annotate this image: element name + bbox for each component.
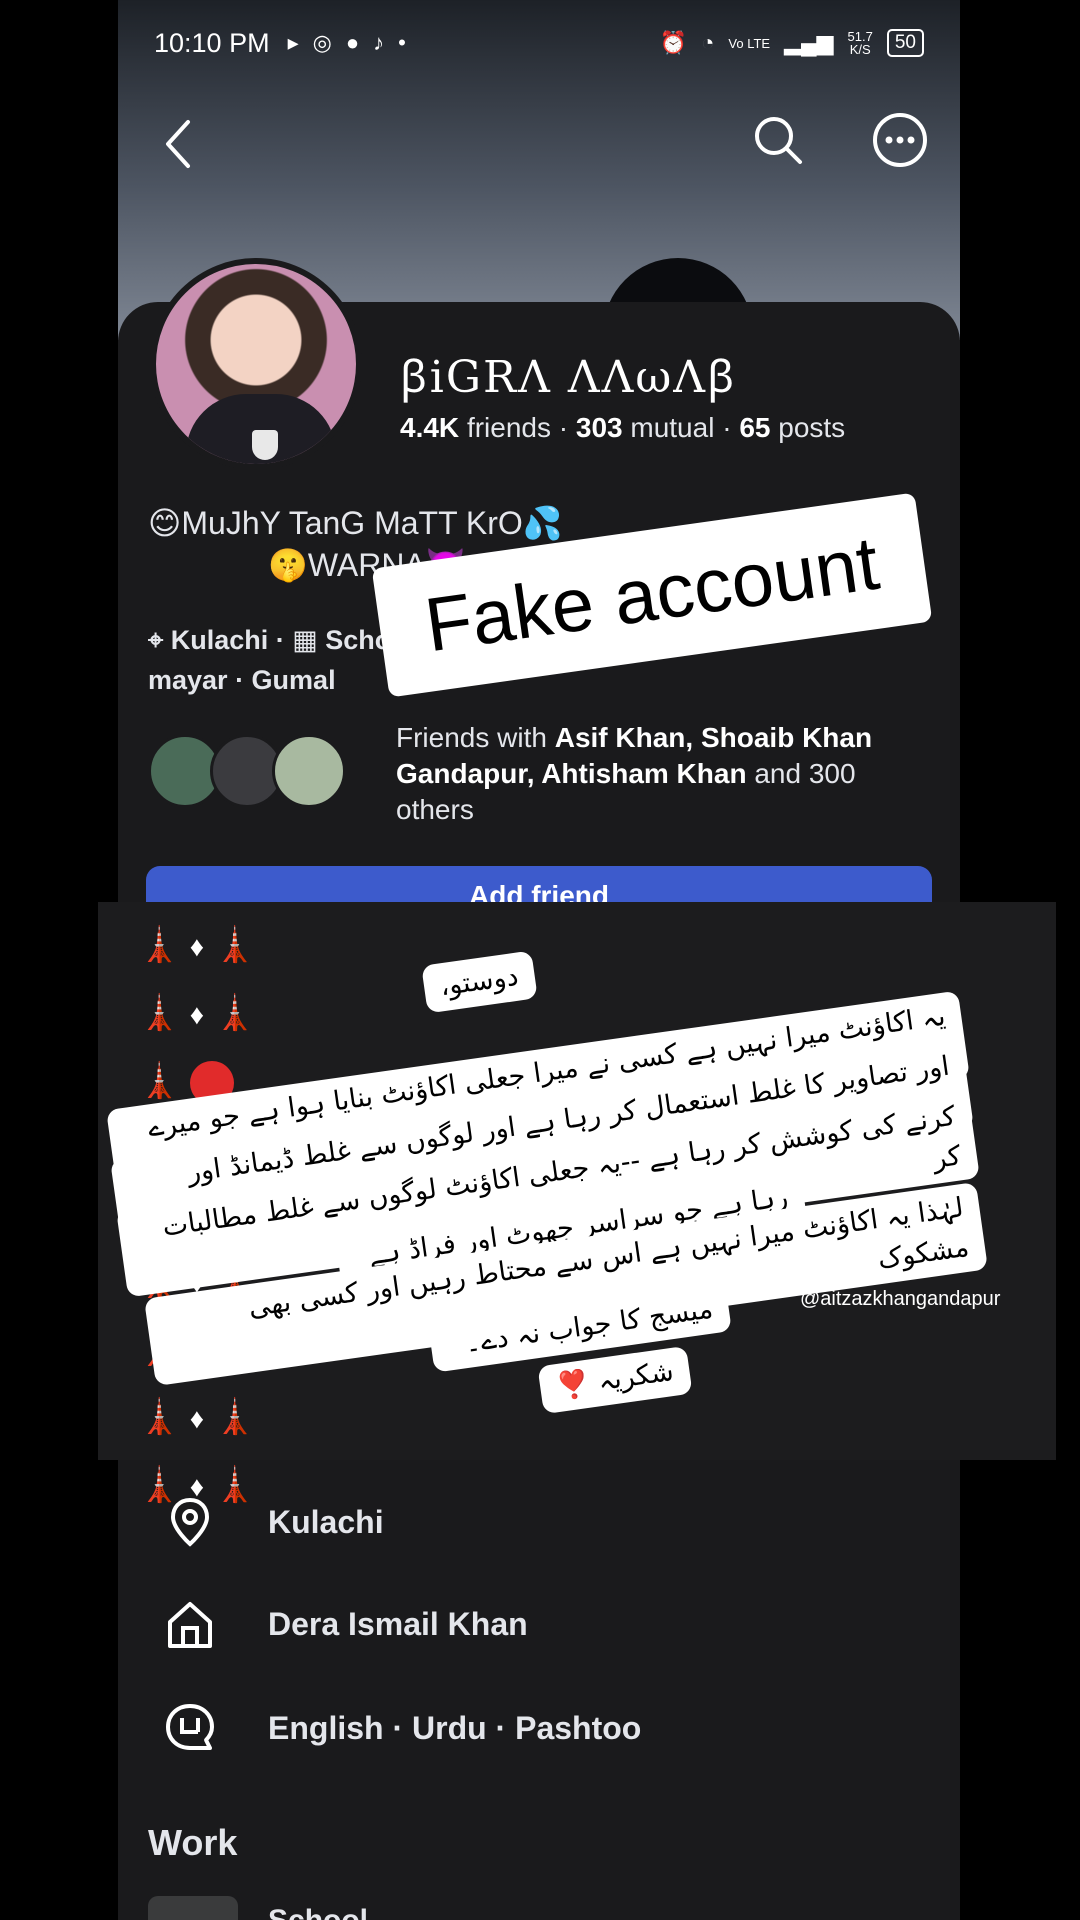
info-row-location[interactable]: Kulachi xyxy=(118,1476,960,1566)
battery-icon: 50 xyxy=(886,29,924,57)
messenger-icon: ● xyxy=(345,30,360,55)
back-button[interactable] xyxy=(154,110,204,170)
language-icon xyxy=(166,1704,214,1750)
work-item-label[interactable]: School xyxy=(268,1904,368,1920)
posts-label[interactable]: posts xyxy=(778,412,845,443)
avatar[interactable] xyxy=(150,258,362,470)
friends-label[interactable]: friends xyxy=(467,412,551,443)
signal-icon: ▂▄▆ xyxy=(784,30,834,55)
bio-line-1: 😊MuJhY TanG MaTT KrO💦 xyxy=(148,505,563,541)
location-pin-icon xyxy=(170,1497,210,1547)
search-icon xyxy=(755,117,802,164)
status-bar: 10:10 PM ▸ ◎ ● ♪ • ⏰ ◔ Vo LTE ▂▄▆ 51.7 K/… xyxy=(118,20,960,66)
instagram-icon: ◎ xyxy=(312,30,332,55)
profile-stats: 4.4K friends · 303 mutual · 65 posts xyxy=(400,412,846,443)
friends-with-text: Friends with Asif Khan, Shoaib Khan Gand… xyxy=(396,722,873,825)
profile-name: ꞵiGRɅ ɅɅωɅꞵ xyxy=(400,352,737,403)
dot-icon: • xyxy=(398,30,406,55)
detail-location[interactable]: Kulachi xyxy=(171,625,269,655)
posts-count[interactable]: 65 xyxy=(739,412,770,443)
more-options-button[interactable] xyxy=(870,110,930,170)
info-row-hometown[interactable]: Dera Ismail Khan xyxy=(118,1578,960,1668)
info-location-label: Kulachi xyxy=(268,1504,384,1540)
info-languages-label: English · Urdu · Pashtoo xyxy=(268,1710,642,1746)
alarm-icon: ⏰ xyxy=(659,30,688,55)
more-options-icon xyxy=(873,113,927,167)
work-section-title: Work xyxy=(148,1822,238,1863)
info-hometown-label: Dera Ismail Khan xyxy=(268,1606,528,1642)
app-notification-icon: ▸ xyxy=(287,30,299,55)
back-arrow-icon xyxy=(166,120,190,168)
system-icons: ⏰ ◔ Vo LTE ▂▄▆ 51.7 K/S 50 xyxy=(660,29,924,57)
mutual-label[interactable]: mutual xyxy=(630,412,714,443)
top-nav xyxy=(118,100,960,180)
location-pin-icon: ⌖ xyxy=(148,625,164,655)
building-icon: ▦ xyxy=(292,625,318,655)
friends-count[interactable]: 4.4K xyxy=(400,412,459,443)
home-icon xyxy=(168,1602,212,1648)
tiktok-watermark: @aitzazkhangandapur xyxy=(800,1288,1001,1310)
tiktok-icon: ♪ xyxy=(373,30,385,55)
detail-more[interactable]: mayar · Gumal xyxy=(148,665,336,695)
net-speed: 51.7 K/S xyxy=(847,29,873,57)
mutual-friends-row[interactable]: Friends with Asif Khan, Shoaib Khan Gand… xyxy=(148,720,938,830)
profile-guard-shield-icon xyxy=(252,430,278,460)
friend-avatar[interactable] xyxy=(272,734,346,808)
search-button[interactable] xyxy=(748,110,808,170)
notification-icons: ▸ ◎ ● ♪ • xyxy=(288,30,406,56)
network-type: Vo LTE xyxy=(728,35,771,51)
info-row-languages[interactable]: English · Urdu · Pashtoo xyxy=(118,1682,960,1772)
status-time: 10:10 PM xyxy=(154,27,270,58)
work-item-icon[interactable] xyxy=(148,1896,238,1920)
wifi-icon: ◔ xyxy=(701,30,715,55)
mutual-count[interactable]: 303 xyxy=(576,412,623,443)
